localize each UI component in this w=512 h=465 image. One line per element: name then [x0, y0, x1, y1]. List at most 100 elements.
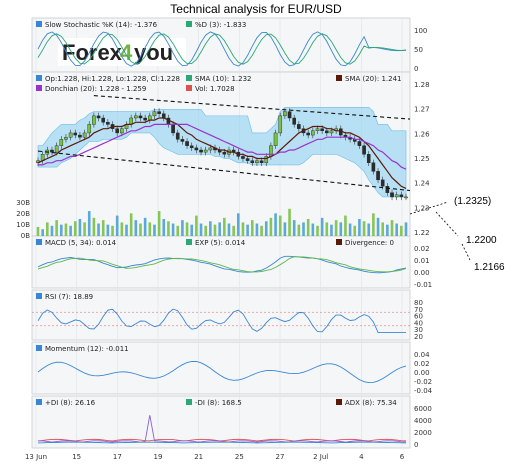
y-tick-label: 1.26 [414, 130, 430, 138]
volume-bar [125, 224, 128, 236]
y-tick-label: 50 [414, 46, 423, 54]
legend-swatch [186, 75, 192, 81]
x-tick-label: 15 [72, 453, 81, 461]
legend-swatch [336, 239, 342, 245]
candle-body [161, 113, 166, 119]
x-tick-label: 13 Jun [25, 453, 47, 461]
volume-bar [348, 223, 352, 236]
legend-swatch [186, 85, 192, 91]
candle-body [329, 130, 334, 134]
volume-bar [274, 213, 277, 236]
y-tick-label: 0.00 [414, 269, 430, 277]
volume-bar [199, 223, 203, 236]
candle-body [50, 149, 54, 153]
candle-body [120, 128, 124, 134]
legend-swatch [36, 345, 42, 351]
x-tick-label: 6 [400, 453, 405, 461]
y-tick-label: 0.00 [414, 369, 430, 377]
volume-bar [157, 211, 161, 236]
legend-swatch [36, 399, 42, 405]
y-tick-label: 4000 [414, 417, 432, 425]
volume-bar [223, 217, 226, 236]
volume-bar [241, 222, 245, 236]
volume-bar [213, 224, 217, 236]
candle-body [96, 115, 101, 119]
candle-body [92, 115, 96, 125]
candle-body [283, 111, 287, 117]
volume-bar [288, 208, 291, 236]
forecast-label-3: 1.2166 [474, 262, 505, 273]
y-tick-label: 2000 [414, 429, 432, 437]
forecast-arrow-down-2 [461, 243, 471, 261]
y-tick-label: 100 [414, 27, 427, 35]
volume-bar [50, 225, 54, 236]
candle-body [385, 186, 390, 193]
volume-bar [227, 223, 231, 236]
volume-bar [255, 223, 259, 236]
legend-swatch [36, 239, 42, 245]
y-tick-label: 1.28 [414, 81, 430, 89]
volume-bar [353, 225, 357, 236]
legend-text: Op:1.228, Hi:1.228, Lo:1.228, Cl:1.228 [45, 75, 180, 83]
technical-chart: Forex 4 you Slow Stochastic %K (14): -1.… [16, 17, 505, 461]
y-tick-label: -0.02 [414, 378, 432, 386]
candle-body [157, 111, 161, 114]
volume-bar [325, 222, 329, 236]
legend-text: ADX (8): 75.34 [345, 399, 397, 407]
legend-text: %D (3): -1.833 [195, 21, 246, 29]
volume-bar [120, 222, 124, 236]
volume-bar [237, 213, 240, 236]
volume-tick-label: 10B [16, 221, 30, 229]
candle-body [73, 132, 78, 136]
volume-bar [143, 217, 147, 236]
volume-bar [339, 222, 343, 236]
candle-body [394, 194, 399, 198]
volume-bar [404, 222, 408, 236]
y-tick-label: 0.02 [414, 245, 430, 253]
candle-body [152, 111, 157, 117]
volume-bar [55, 220, 58, 236]
volume-bar [218, 222, 221, 236]
volume-bar [190, 224, 194, 236]
candle-body [175, 132, 180, 140]
volume-bar [302, 222, 305, 236]
volume-bar [148, 222, 152, 236]
y-tick-label: 6000 [414, 405, 432, 413]
x-tick-label: 27 [276, 453, 285, 461]
legend-text: Vol: 1.7028 [195, 85, 235, 93]
candle-body [189, 145, 194, 149]
volume-bar [97, 223, 100, 236]
volume-bar [344, 215, 347, 236]
candle-body [297, 124, 301, 129]
candle-body [371, 162, 376, 172]
legend-swatch [36, 85, 42, 91]
candle-body [278, 115, 283, 134]
candle-body [404, 196, 408, 199]
legend-swatch [36, 293, 42, 299]
volume-bar [283, 222, 287, 236]
volume-bar [83, 222, 86, 236]
candle-body [222, 151, 227, 155]
volume-bar [334, 220, 338, 236]
volume-bar [167, 221, 170, 236]
candle-body [78, 134, 82, 138]
volume-bar [92, 217, 96, 236]
volume-bar [106, 224, 110, 236]
legend-swatch [36, 75, 42, 81]
legend-swatch [186, 21, 192, 27]
candle-body [180, 139, 185, 142]
candle-body [171, 124, 175, 134]
legend-swatch [186, 399, 192, 405]
candle-body [311, 130, 315, 136]
volume-bar [64, 223, 68, 236]
volume-tick-label: 20B [16, 210, 30, 218]
volume-bar [139, 223, 142, 236]
legend-text: -DI (8): 168.5 [195, 399, 242, 407]
volume-bar [400, 225, 403, 236]
volume-bar [78, 219, 82, 236]
candle-body [320, 128, 324, 132]
forecast-label-2: 1.2200 [466, 235, 497, 246]
volume-bar [36, 226, 40, 236]
candle-body [245, 158, 250, 161]
candle-body [147, 115, 152, 121]
